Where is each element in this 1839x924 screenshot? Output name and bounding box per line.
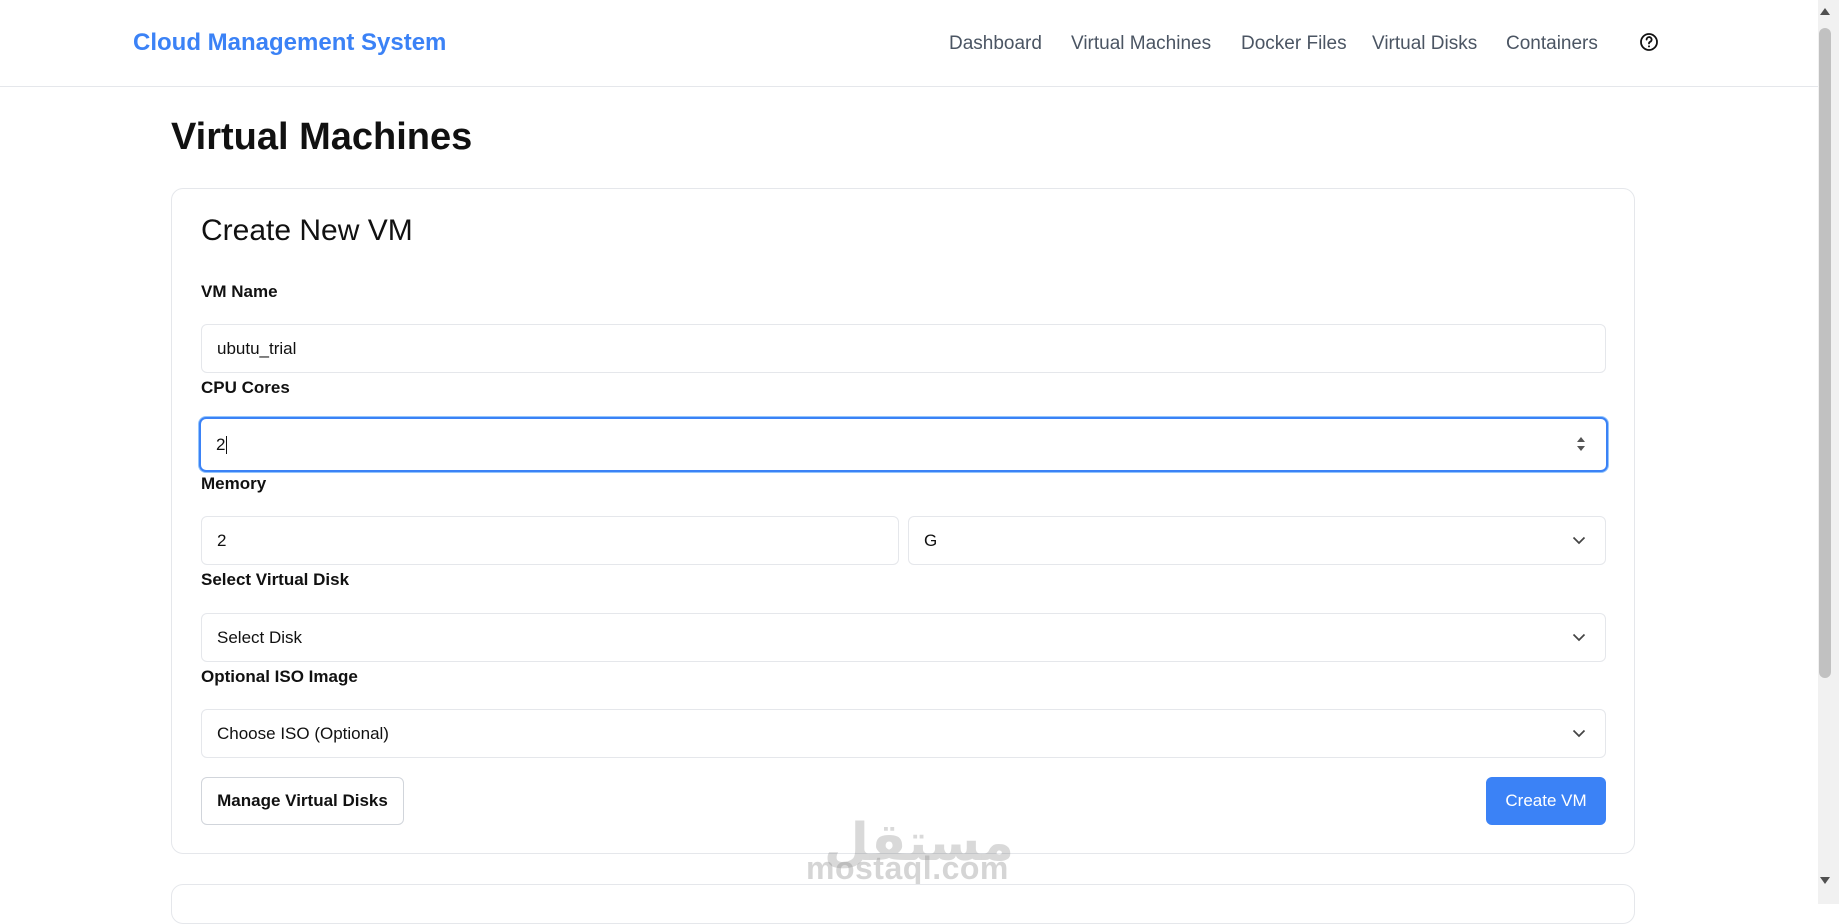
- nav-docker-files[interactable]: Docker Files: [1241, 33, 1347, 55]
- help-circle-icon[interactable]: [1639, 32, 1659, 52]
- cpu-cores-value: 2: [216, 434, 226, 454]
- vm-name-label: VM Name: [201, 282, 278, 301]
- nav-virtual-disks[interactable]: Virtual Disks: [1372, 33, 1477, 55]
- chevron-down-icon: [1572, 633, 1586, 642]
- number-spinner-icon[interactable]: [1576, 435, 1586, 453]
- disk-select[interactable]: Select Disk: [201, 613, 1606, 662]
- iso-select-value: Choose ISO (Optional): [217, 723, 389, 743]
- brand-logo[interactable]: Cloud Management System: [133, 29, 446, 57]
- scroll-down-icon[interactable]: [1820, 877, 1830, 884]
- nav-containers[interactable]: Containers: [1506, 33, 1598, 55]
- vm-name-value: ubutu_trial: [217, 338, 297, 358]
- create-vm-button[interactable]: Create VM: [1486, 777, 1606, 825]
- top-navbar: Cloud Management System Dashboard Virtua…: [0, 0, 1818, 87]
- page-title: Virtual Machines: [171, 116, 473, 158]
- iso-label: Optional ISO Image: [201, 667, 358, 686]
- memory-label: Memory: [201, 474, 267, 493]
- memory-input[interactable]: 2: [201, 516, 899, 565]
- memory-unit-select[interactable]: G: [908, 516, 1606, 565]
- chevron-down-icon: [1572, 729, 1586, 738]
- vm-list-card: [171, 884, 1635, 924]
- nav-dashboard[interactable]: Dashboard: [949, 33, 1042, 55]
- nav-virtual-machines[interactable]: Virtual Machines: [1071, 33, 1211, 55]
- card-title: Create New VM: [201, 214, 413, 247]
- memory-unit-value: G: [924, 530, 938, 550]
- scroll-up-icon[interactable]: [1820, 8, 1830, 15]
- watermark-text: mostaql.com: [806, 850, 1009, 886]
- disk-select-value: Select Disk: [217, 627, 303, 647]
- vm-name-input[interactable]: ubutu_trial: [201, 324, 1606, 373]
- manage-virtual-disks-button[interactable]: Manage Virtual Disks: [201, 777, 404, 825]
- scrollbar-thumb[interactable]: [1819, 28, 1831, 678]
- iso-select[interactable]: Choose ISO (Optional): [201, 709, 1606, 758]
- text-cursor: [226, 435, 228, 454]
- cpu-cores-input[interactable]: 2: [199, 417, 1608, 472]
- disk-label: Select Virtual Disk: [201, 570, 350, 589]
- cpu-cores-label: CPU Cores: [201, 378, 290, 397]
- memory-value: 2: [217, 530, 227, 550]
- chevron-down-icon: [1572, 536, 1586, 545]
